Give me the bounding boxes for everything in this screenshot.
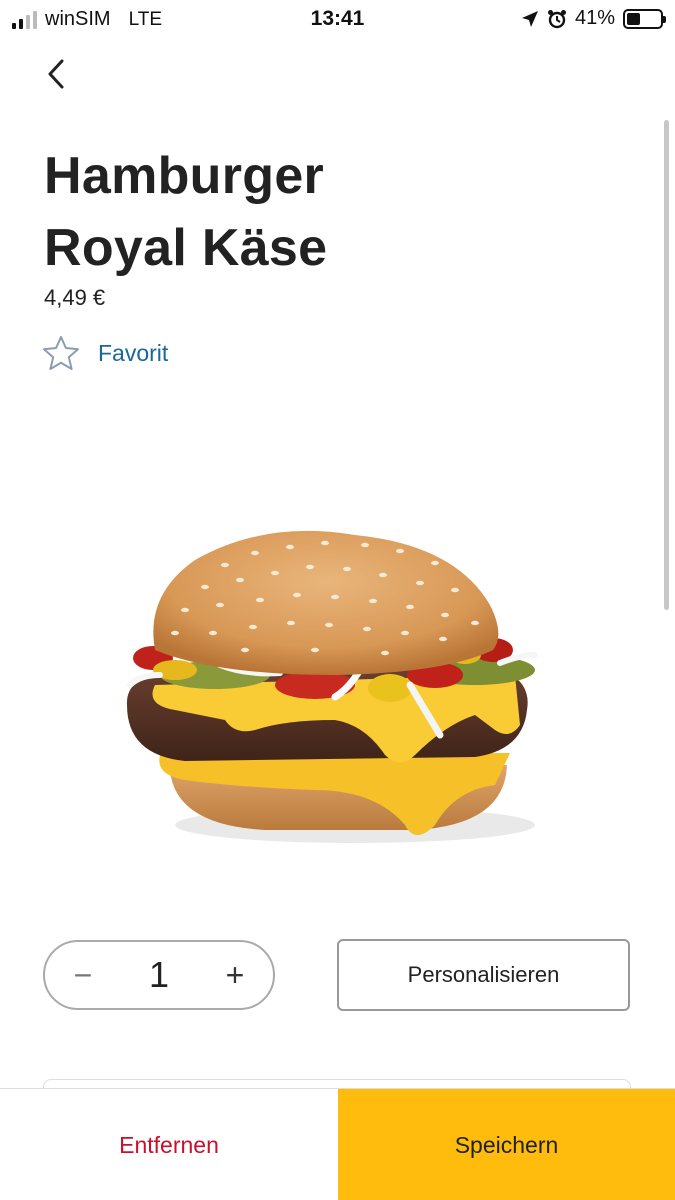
- battery-percentage: 41%: [574, 7, 615, 29]
- product-price: 4,49 €: [44, 285, 106, 310]
- quantity-increase-button[interactable]: +: [221, 959, 249, 991]
- star-outline-icon: [43, 336, 79, 370]
- battery-icon: [623, 8, 666, 29]
- product-image: [126, 530, 538, 843]
- status-right: 41%: [521, 7, 666, 30]
- product-title: Hamburger Royal Käse: [44, 140, 327, 284]
- personalize-button[interactable]: Personalisieren: [337, 939, 630, 1011]
- favorite-label: Favorit: [98, 339, 169, 366]
- location-arrow-icon: [521, 10, 538, 27]
- bottom-action-bar: Entfernen Speichern: [0, 1088, 675, 1200]
- back-button[interactable]: [38, 54, 74, 94]
- chevron-left-icon: [48, 59, 64, 89]
- status-bar: winSIM LTE 13:41 41%: [0, 0, 675, 38]
- product-title-line2: Royal Käse: [44, 219, 328, 277]
- scrollbar[interactable]: [664, 120, 669, 610]
- quantity-value: 1: [148, 954, 170, 995]
- quantity-decrease-button[interactable]: −: [69, 959, 97, 991]
- favorite-toggle[interactable]: Favorit: [42, 335, 168, 371]
- save-button[interactable]: Speichern: [338, 1089, 675, 1200]
- battery-fill: [627, 12, 641, 25]
- remove-button[interactable]: Entfernen: [0, 1089, 338, 1200]
- quantity-stepper: − 1 +: [43, 940, 275, 1010]
- product-title-line1: Hamburger: [44, 147, 325, 205]
- alarm-icon: [547, 9, 566, 28]
